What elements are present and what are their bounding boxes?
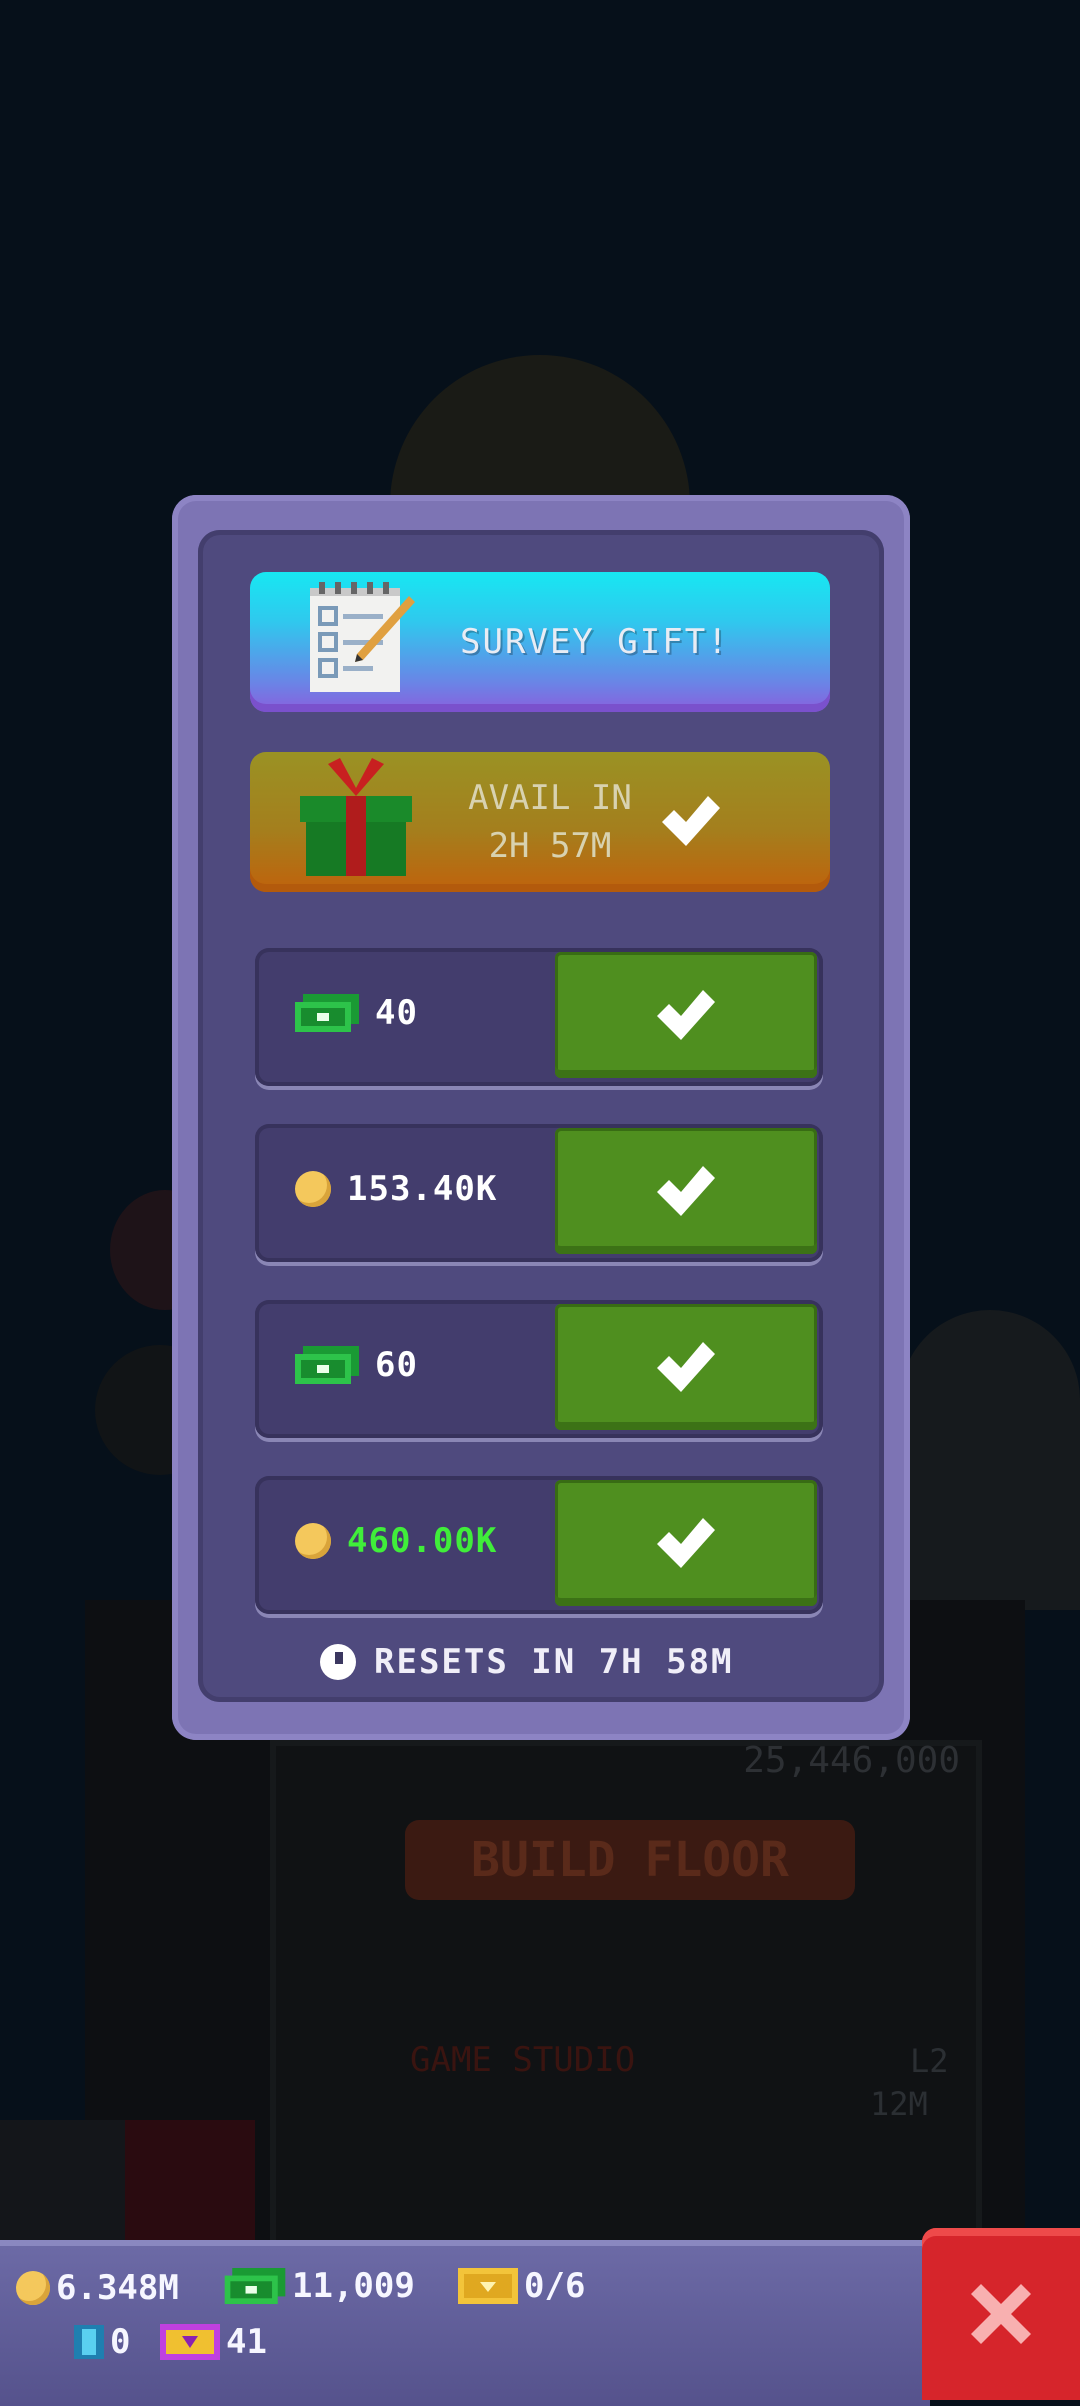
claim-button[interactable]: [555, 1480, 817, 1606]
coin-icon: [295, 1171, 331, 1207]
elevator-button: [125, 2120, 255, 2240]
reward-value: 40: [375, 993, 418, 1033]
claim-button[interactable]: [555, 952, 817, 1078]
survey-gift-label: SURVEY GIFT!: [460, 622, 730, 662]
reward-amount: 60: [295, 1300, 418, 1430]
bux-balance-value: 11,009: [292, 2266, 415, 2306]
reward-row: 60: [255, 1300, 823, 1438]
checkmark-icon: [662, 796, 720, 846]
checkmark-icon: [657, 1342, 715, 1392]
checkmark-icon: [657, 1518, 715, 1568]
reward-row: 153.40K: [255, 1124, 823, 1262]
reward-amount: 460.00K: [295, 1476, 497, 1606]
tower-value: 25,446,000: [743, 1740, 960, 1781]
cash-icon: [224, 2268, 286, 2304]
claim-button[interactable]: [555, 1304, 817, 1430]
coin-balance-value: 6.348M: [56, 2268, 179, 2308]
cash-icon: [295, 1346, 359, 1384]
tool-button: [0, 2120, 125, 2240]
close-button[interactable]: [922, 2228, 1080, 2400]
golden-ticket-count: 41: [160, 2322, 267, 2362]
claim-button[interactable]: [555, 1128, 817, 1254]
elevator-item-count: 0: [74, 2322, 130, 2362]
golden-ticket-icon: [160, 2324, 220, 2360]
reward-value: 460.00K: [347, 1521, 498, 1561]
coin-icon: [16, 2271, 50, 2305]
coin-icon: [295, 1523, 331, 1559]
cash-icon: [295, 994, 359, 1032]
close-icon: [971, 2284, 1031, 2344]
clock-icon: [320, 1644, 356, 1680]
ticket-count: 0/6: [458, 2266, 585, 2306]
cloud: [900, 1310, 1080, 1610]
reset-timer: RESETS IN 7H 58M: [320, 1642, 734, 1682]
ticket-icon: [458, 2268, 518, 2304]
gift-availability-line1: AVAIL IN: [468, 778, 632, 818]
survey-gift-banner[interactable]: SURVEY GIFT!: [250, 572, 830, 712]
gift-availability-text: AVAIL IN 2H 57M: [450, 774, 650, 870]
elevator-item-value: 0: [110, 2322, 131, 2362]
checkmark-icon: [657, 990, 715, 1040]
tower-dome: [390, 355, 690, 505]
reward-row: 40: [255, 948, 823, 1086]
coin-balance: 6.348M: [16, 2268, 179, 2308]
floor-population: 12M: [870, 2085, 928, 2123]
ticket-count-value: 0/6: [524, 2266, 586, 2306]
reward-value: 60: [375, 1345, 418, 1385]
build-floor-button: BUILD FLOOR: [405, 1820, 855, 1900]
golden-ticket-value: 41: [226, 2322, 267, 2362]
gift-box-icon: [300, 758, 412, 876]
bux-balance: 11,009: [224, 2266, 415, 2306]
floor-level: L2: [910, 2042, 949, 2080]
gift-availability-line2: 2H 57M: [488, 826, 612, 866]
floor-name: GAME STUDIO: [410, 2040, 636, 2080]
reward-row: 460.00K: [255, 1476, 823, 1614]
checkmark-icon: [657, 1166, 715, 1216]
currency-bar: [0, 2240, 930, 2406]
reward-value: 153.40K: [347, 1169, 498, 1209]
survey-notepad-icon: [310, 582, 415, 692]
gift-available-banner[interactable]: AVAIL IN 2H 57M: [250, 752, 830, 892]
reward-amount: 40: [295, 948, 418, 1078]
elevator-icon: [74, 2325, 104, 2359]
reward-amount: 153.40K: [295, 1124, 497, 1254]
reset-timer-text: RESETS IN 7H 58M: [374, 1642, 734, 1682]
